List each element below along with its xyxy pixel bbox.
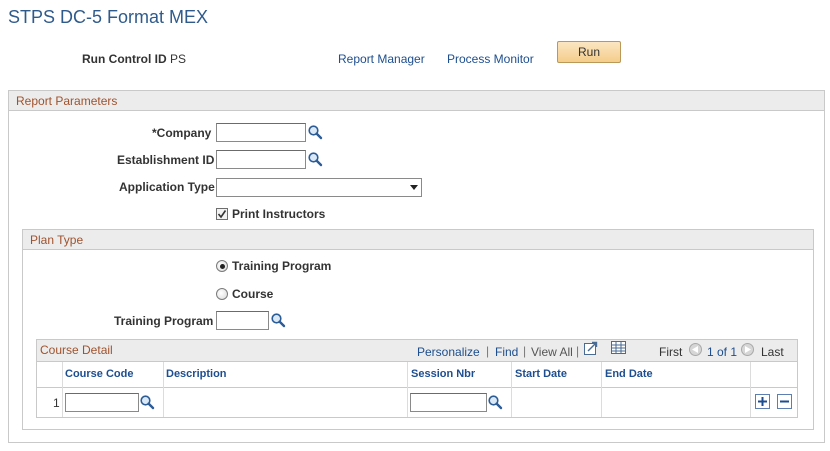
dropdown-arrow-icon xyxy=(410,184,418,190)
last-label: Last xyxy=(761,345,784,359)
session-nbr-input[interactable] xyxy=(410,393,487,412)
toolbar-divider: | xyxy=(486,344,490,358)
lookup-icon[interactable] xyxy=(487,394,503,410)
column-header-start-date[interactable]: Start Date xyxy=(515,368,567,380)
column-separator xyxy=(750,362,751,417)
find-link[interactable]: Find xyxy=(495,345,518,359)
process-monitor-link[interactable]: Process Monitor xyxy=(447,52,534,66)
checkmark-icon xyxy=(217,210,227,219)
training-program-radio[interactable] xyxy=(216,260,228,272)
lookup-icon[interactable] xyxy=(307,124,323,140)
company-input[interactable] xyxy=(216,123,306,142)
column-header-session-nbr[interactable]: Session Nbr xyxy=(411,368,475,380)
grid-view-icon[interactable] xyxy=(611,341,626,354)
column-separator xyxy=(62,362,63,417)
column-separator xyxy=(407,362,408,417)
establishment-id-label: Establishment ID xyxy=(117,153,215,167)
course-radio-label: Course xyxy=(232,287,274,301)
column-separator xyxy=(601,362,602,417)
personalize-link[interactable]: Personalize xyxy=(417,345,480,359)
print-instructors-checkbox[interactable] xyxy=(216,208,228,220)
training-program-label: Training Program xyxy=(114,314,214,328)
report-manager-link[interactable]: Report Manager xyxy=(338,52,425,66)
delete-row-button[interactable] xyxy=(777,394,792,409)
delete-row-icon xyxy=(780,400,789,403)
page-title: STPS DC-5 Format MEX xyxy=(8,7,209,27)
view-all-link[interactable]: View All xyxy=(531,345,573,359)
column-separator xyxy=(163,362,164,417)
next-arrow-glyph xyxy=(745,346,751,353)
radio-selected-dot xyxy=(219,263,225,269)
training-program-radio-label: Training Program xyxy=(232,259,332,273)
lookup-icon[interactable] xyxy=(270,312,286,328)
establishment-id-input[interactable] xyxy=(216,150,306,169)
plan-type-title: Plan Type xyxy=(30,232,84,247)
report-parameters-header: Report Parameters xyxy=(9,91,824,111)
run-button[interactable]: Run xyxy=(557,41,621,63)
course-radio[interactable] xyxy=(216,288,228,300)
column-header-end-date[interactable]: End Date xyxy=(605,368,653,380)
application-type-label: Application Type xyxy=(119,180,215,194)
plan-type-header: Plan Type xyxy=(23,230,813,250)
training-program-input[interactable] xyxy=(216,311,269,330)
column-header-course-code[interactable]: Course Code xyxy=(65,368,133,380)
download-icon[interactable] xyxy=(584,341,598,355)
row-number: 1 xyxy=(53,396,60,410)
report-parameters-title: Report Parameters xyxy=(16,93,118,108)
toolbar-divider: | xyxy=(576,344,580,358)
course-detail-title: Course Detail xyxy=(40,343,113,357)
first-label: First xyxy=(659,345,683,359)
run-control-label: Run Control ID xyxy=(82,52,167,66)
company-label: *Company xyxy=(152,126,212,140)
run-control-value: PS xyxy=(170,52,187,66)
column-separator xyxy=(511,362,512,417)
toolbar-divider: | xyxy=(523,344,527,358)
print-instructors-label: Print Instructors xyxy=(232,207,326,221)
add-row-icon xyxy=(758,397,767,406)
prev-arrow-glyph xyxy=(692,346,698,353)
lookup-icon[interactable] xyxy=(307,151,323,167)
course-code-input[interactable] xyxy=(65,393,139,412)
lookup-icon[interactable] xyxy=(139,394,155,410)
range-label: 1 of 1 xyxy=(707,345,738,359)
next-arrow-icon[interactable] xyxy=(741,343,754,356)
column-header-description[interactable]: Description xyxy=(166,368,227,380)
prev-arrow-icon[interactable] xyxy=(689,343,702,356)
application-type-select[interactable] xyxy=(216,178,422,197)
add-row-button[interactable] xyxy=(755,394,770,409)
